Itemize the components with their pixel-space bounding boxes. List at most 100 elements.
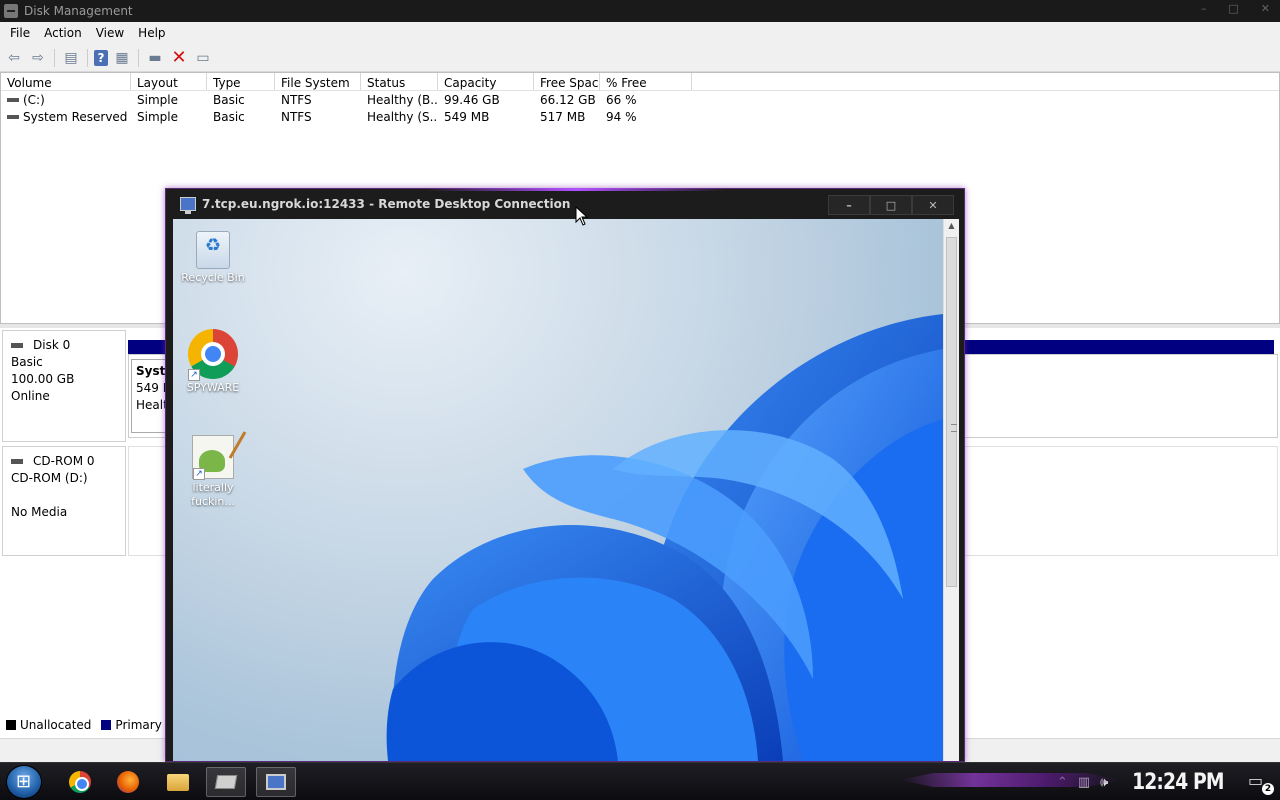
drive-icon <box>7 115 19 119</box>
show-hidden-icons-icon[interactable]: ⌃ <box>1057 775 1068 790</box>
remote-desktop-window: 7.tcp.eu.ngrok.io:12433 - Remote Desktop… <box>165 188 965 762</box>
unallocated-swatch <box>6 720 16 730</box>
notification-icon: ▭ <box>1248 771 1264 790</box>
rdp-window-controls: – □ ✕ <box>828 195 954 215</box>
disk-management-titlebar: Disk Management – □ ✕ <box>0 0 1280 22</box>
column-header-type[interactable]: Type <box>207 73 275 90</box>
notification-count-badge: 2 <box>1262 783 1274 795</box>
column-header-percent-free[interactable]: % Free <box>600 73 692 90</box>
menu-action[interactable]: Action <box>38 26 88 40</box>
rescan-icon[interactable]: ▭ <box>193 48 213 68</box>
column-header-capacity[interactable]: Capacity <box>438 73 534 90</box>
primary-swatch <box>101 720 112 730</box>
column-header-volume[interactable]: Volume <box>1 73 131 90</box>
console-tree-icon[interactable]: ▤ <box>61 48 81 68</box>
start-button[interactable] <box>6 765 42 799</box>
rdp-minimize-button[interactable]: – <box>828 195 870 215</box>
forward-arrow-icon[interactable]: ⇨ <box>28 48 48 68</box>
volume-layout: Simple <box>137 109 178 124</box>
folder-icon <box>167 773 189 791</box>
disk-management-icon <box>214 775 238 789</box>
firefox-icon <box>117 771 139 793</box>
column-header-status[interactable]: Status <box>361 73 438 90</box>
disk-management-icon <box>4 4 18 18</box>
toolbar-separator <box>138 48 139 67</box>
volume-type: Basic <box>213 109 245 124</box>
volume-status: Healthy (S... <box>367 109 438 124</box>
table-row[interactable]: (C:) Simple Basic NTFS Healthy (B... 99.… <box>1 91 1279 108</box>
taskbar-disk-management[interactable] <box>206 767 246 797</box>
taskbar: ⌃ ▥ 🕪 12:24 PM ▭ 2 <box>0 762 1280 800</box>
volume-capacity: 99.46 GB <box>444 92 500 107</box>
cdrom-icon <box>11 459 23 464</box>
menu-bar: File Action View Help <box>0 22 1280 44</box>
back-arrow-icon[interactable]: ⇦ <box>4 48 24 68</box>
action-center-button[interactable]: ▭ 2 <box>1248 771 1274 795</box>
spyware-label: SPYWARE <box>186 381 240 394</box>
recycle-bin-icon <box>196 231 230 269</box>
legend: Unallocated Primary pa <box>6 718 181 732</box>
system-tray: ⌃ ▥ 🕪 12:24 PM ▭ 2 <box>1057 763 1280 800</box>
cdrom-drive: CD-ROM (D:) <box>11 471 88 485</box>
scroll-grip <box>951 424 957 432</box>
table-row[interactable]: System Reserved Simple Basic NTFS Health… <box>1 108 1279 125</box>
disk-type: Basic <box>11 355 43 369</box>
volume-layout: Simple <box>137 92 178 107</box>
disk-size: 100.00 GB <box>11 372 75 386</box>
scroll-up-icon[interactable]: ▲ <box>944 219 959 233</box>
volume-icon[interactable]: 🕪 <box>1100 775 1108 790</box>
minimize-button[interactable]: – <box>1201 2 1207 15</box>
network-icon[interactable]: ▥ <box>1078 775 1090 790</box>
remote-desktop-icon <box>180 197 196 214</box>
partition-name: Syste <box>136 364 171 378</box>
disk-name: Disk 0 <box>33 338 71 352</box>
remote-desktop-icon <box>266 774 286 790</box>
desktop-icon-spyware[interactable]: ↗ SPYWARE <box>175 329 251 395</box>
mouse-cursor-icon <box>575 206 589 226</box>
volume-file-system: NTFS <box>281 109 312 124</box>
chrome-icon: ↗ <box>188 329 238 381</box>
remote-desktop-screen[interactable]: Recycle Bin ↗ SPYWARE ↗ literally fuckin… <box>173 219 943 761</box>
disk-status: Online <box>11 389 50 403</box>
cdrom-0-info[interactable]: CD-ROM 0 CD-ROM (D:) No Media <box>2 446 126 556</box>
taskbar-firefox[interactable] <box>108 767 148 797</box>
taskbar-remote-desktop[interactable] <box>256 767 296 797</box>
partition-status: Healt <box>136 398 168 412</box>
maximize-button[interactable]: □ <box>1228 2 1238 15</box>
notepad-label-line1: literally <box>192 481 234 494</box>
taskbar-file-explorer[interactable] <box>158 767 198 797</box>
connect-drive-icon[interactable]: ▬ <box>145 48 165 68</box>
desktop-icon-notepad[interactable]: ↗ literally fuckin... <box>175 435 251 509</box>
recycle-bin-label: Recycle Bin <box>181 271 245 284</box>
menu-view[interactable]: View <box>90 26 130 40</box>
taskbar-chrome[interactable] <box>60 767 100 797</box>
volume-name: System Reserved <box>23 109 128 124</box>
help-icon[interactable]: ? <box>94 49 108 66</box>
scroll-thumb[interactable] <box>946 237 957 587</box>
rdp-maximize-button[interactable]: □ <box>870 195 912 215</box>
properties-icon[interactable]: ▦ <box>112 48 132 68</box>
column-header-layout[interactable]: Layout <box>131 73 207 90</box>
disk-0-info[interactable]: Disk 0 Basic 100.00 GB Online <box>2 330 126 442</box>
rdp-titlebar[interactable]: 7.tcp.eu.ngrok.io:12433 - Remote Desktop… <box>166 189 964 219</box>
volume-list-header: Volume Layout Type File System Status Ca… <box>1 73 1279 91</box>
delete-icon[interactable]: ✕ <box>169 47 189 68</box>
close-button[interactable]: ✕ <box>1261 2 1270 15</box>
menu-help[interactable]: Help <box>132 26 171 40</box>
rdp-vertical-scrollbar[interactable]: ▲ <box>943 219 959 761</box>
desktop-icon-recycle-bin[interactable]: Recycle Bin <box>175 231 251 285</box>
shortcut-arrow-icon: ↗ <box>193 468 205 480</box>
volume-free-space: 66.12 GB <box>540 92 596 107</box>
volume-status: Healthy (B... <box>367 92 438 107</box>
toolbar-separator <box>87 48 88 67</box>
volume-capacity: 549 MB <box>444 109 490 124</box>
partition-size: 549 M <box>136 381 171 395</box>
rdp-close-button[interactable]: ✕ <box>912 195 954 215</box>
menu-file[interactable]: File <box>4 26 36 40</box>
drive-icon <box>7 98 19 102</box>
column-header-free-space[interactable]: Free Space <box>534 73 600 90</box>
column-header-file-system[interactable]: File System <box>275 73 361 90</box>
clock[interactable]: 12:24 PM <box>1132 770 1224 795</box>
wallpaper-bloom <box>386 314 943 761</box>
cdrom-media: No Media <box>11 505 68 519</box>
